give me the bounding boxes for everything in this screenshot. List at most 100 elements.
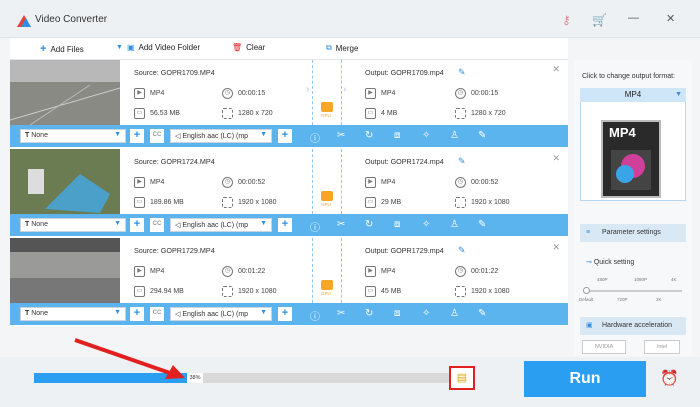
add-subtitle-button[interactable]: + xyxy=(130,218,144,232)
info-icon[interactable]: ⓘ xyxy=(310,219,320,234)
sliders-icon: ≡ xyxy=(586,229,591,236)
run-button[interactable]: Run xyxy=(524,361,646,397)
rotate-icon[interactable]: ↻ xyxy=(365,130,373,141)
clock-icon: ◷ xyxy=(222,177,233,188)
add-subtitle-button[interactable]: + xyxy=(130,129,144,143)
cart-icon[interactable]: 🛒 xyxy=(592,13,607,27)
add-subtitle-button[interactable]: + xyxy=(130,307,144,321)
tick-4k: 4K xyxy=(671,277,677,282)
title-bar: Video Converter ⚷ 🛒 — ✕ xyxy=(0,0,700,38)
folder-icon: ▣ xyxy=(126,43,135,52)
remove-item-icon[interactable]: ✕ xyxy=(552,153,560,164)
crop-icon[interactable]: ⧈ xyxy=(394,130,400,141)
gpu-label: GPU xyxy=(321,202,331,207)
open-output-folder-button[interactable]: ▤ xyxy=(449,366,475,390)
hardware-acceleration-button[interactable]: ▣ Hardware acceleration xyxy=(580,317,686,335)
subtitle-edit-icon[interactable]: ✎ xyxy=(478,130,486,141)
video-thumbnail[interactable] xyxy=(10,149,120,214)
cc-icon[interactable]: CC xyxy=(150,307,164,321)
app-title: Video Converter xyxy=(35,14,108,25)
merge-button[interactable]: ⧉ Merge xyxy=(326,43,358,53)
intel-badge: Intel xyxy=(644,340,680,354)
key-icon[interactable]: ⚷ xyxy=(562,13,571,27)
source-duration: ◷ 00:00:52 xyxy=(222,177,265,188)
video-thumbnail[interactable] xyxy=(10,238,120,303)
thumbnail-image xyxy=(10,149,120,214)
subtitle-select[interactable]: T None ▼ xyxy=(20,307,126,321)
subtitle-select[interactable]: T None ▼ xyxy=(20,129,126,143)
chevron-down-icon: ▼ xyxy=(114,220,121,227)
cc-icon[interactable]: CC xyxy=(150,218,164,232)
edit-pencil-icon[interactable]: ✎ xyxy=(458,156,466,167)
source-resolution: 1920 x 1080 xyxy=(222,286,277,297)
folder-icon: ▭ xyxy=(134,108,145,119)
thumbnail-image xyxy=(10,60,120,125)
watermark-icon[interactable]: ♙ xyxy=(450,219,459,230)
source-size: ▭ 294.94 MB xyxy=(134,286,184,297)
source-size: ▭ 189.86 MB xyxy=(134,197,184,208)
info-icon[interactable]: ⓘ xyxy=(310,130,320,145)
audio-select[interactable]: ◁ English aac (LC) (mp ▼ xyxy=(170,129,272,143)
chevron-down-icon: ▼ xyxy=(675,91,682,98)
item-toolbar: T None ▼ + CC ◁ English aac (LC) (mp ▼ + ⓘ… xyxy=(10,125,568,147)
add-folder-button[interactable]: ▼ ▣ Add Video Folder xyxy=(116,43,200,52)
tick-default: Default xyxy=(579,297,594,302)
crop-icon[interactable]: ⧈ xyxy=(394,308,400,319)
source-name: Source: GOPR1729.MP4 xyxy=(134,246,215,255)
scissors-icon[interactable]: ✂ xyxy=(337,130,345,141)
rotate-icon[interactable]: ↻ xyxy=(365,308,373,319)
watermark-icon[interactable]: ♙ xyxy=(450,130,459,141)
crop-icon[interactable]: ⧈ xyxy=(394,219,400,230)
remove-item-icon[interactable]: ✕ xyxy=(552,242,560,253)
subtitle-select[interactable]: T None ▼ xyxy=(20,218,126,232)
slider-handle[interactable] xyxy=(583,287,590,294)
video-thumbnail[interactable] xyxy=(10,60,120,125)
minimize-button[interactable]: — xyxy=(628,12,639,24)
remove-item-icon[interactable]: ✕ xyxy=(552,64,560,75)
clock-icon: ◷ xyxy=(222,266,233,277)
subtitle-edit-icon[interactable]: ✎ xyxy=(478,308,486,319)
chevron-right-icon: › xyxy=(343,84,347,95)
audio-select[interactable]: ◁ English aac (LC) (mp ▼ xyxy=(170,218,272,232)
close-window-button[interactable]: ✕ xyxy=(666,12,675,25)
item-toolbar: T None ▼ + CC ◁ English aac (LC) (mp ▼ + ⓘ… xyxy=(10,214,568,236)
scissors-icon[interactable]: ✂ xyxy=(337,219,345,230)
alarm-clock-icon[interactable]: ⏰ xyxy=(660,369,679,387)
effects-icon[interactable]: ✧ xyxy=(422,308,430,319)
edit-pencil-icon[interactable]: ✎ xyxy=(458,67,466,78)
add-audio-button[interactable]: + xyxy=(278,129,292,143)
source-duration: ◷ 00:00:15 xyxy=(222,88,265,99)
info-icon[interactable]: ⓘ xyxy=(310,308,320,323)
add-audio-button[interactable]: + xyxy=(278,307,292,321)
output-name: Output: GOPR1709.mp4 xyxy=(365,68,444,77)
add-files-button[interactable]: + Add Files xyxy=(40,43,84,55)
format-icon: ▶ xyxy=(134,266,145,277)
parameter-settings-button[interactable]: ≡ Parameter settings xyxy=(580,224,686,242)
cc-icon[interactable]: CC xyxy=(150,129,164,143)
audio-select[interactable]: ◁ English aac (LC) (mp ▼ xyxy=(170,307,272,321)
gpu-label: GPU xyxy=(321,291,331,296)
edit-pencil-icon[interactable]: ✎ xyxy=(458,245,466,256)
source-size: ▭ 56.53 MB xyxy=(134,108,180,119)
output-duration: ◷ 00:01:22 xyxy=(455,266,498,277)
folder-icon: ▤ xyxy=(456,372,468,384)
clear-button[interactable]: 🗑 Clear xyxy=(232,43,265,52)
annotation-arrow xyxy=(74,338,185,379)
chevron-down-icon[interactable]: ▼ xyxy=(116,44,123,51)
rotate-icon[interactable]: ↻ xyxy=(365,219,373,230)
gpu-icon xyxy=(321,280,333,290)
watermark-icon[interactable]: ♙ xyxy=(450,308,459,319)
film-art xyxy=(611,150,651,190)
output-resolution: 1920 x 1080 xyxy=(455,197,510,208)
quality-slider[interactable] xyxy=(583,287,682,294)
effects-icon[interactable]: ✧ xyxy=(422,219,430,230)
add-audio-button[interactable]: + xyxy=(278,218,292,232)
chevron-down-icon: ▼ xyxy=(260,220,267,227)
resolution-icon xyxy=(222,286,233,297)
source-format: ▶ MP4 xyxy=(134,177,164,188)
output-format-label[interactable]: MP4 ▼ xyxy=(580,88,686,102)
effects-icon[interactable]: ✧ xyxy=(422,130,430,141)
output-size: ▭ 45 MB xyxy=(365,286,401,297)
scissors-icon[interactable]: ✂ xyxy=(337,308,345,319)
subtitle-edit-icon[interactable]: ✎ xyxy=(478,219,486,230)
